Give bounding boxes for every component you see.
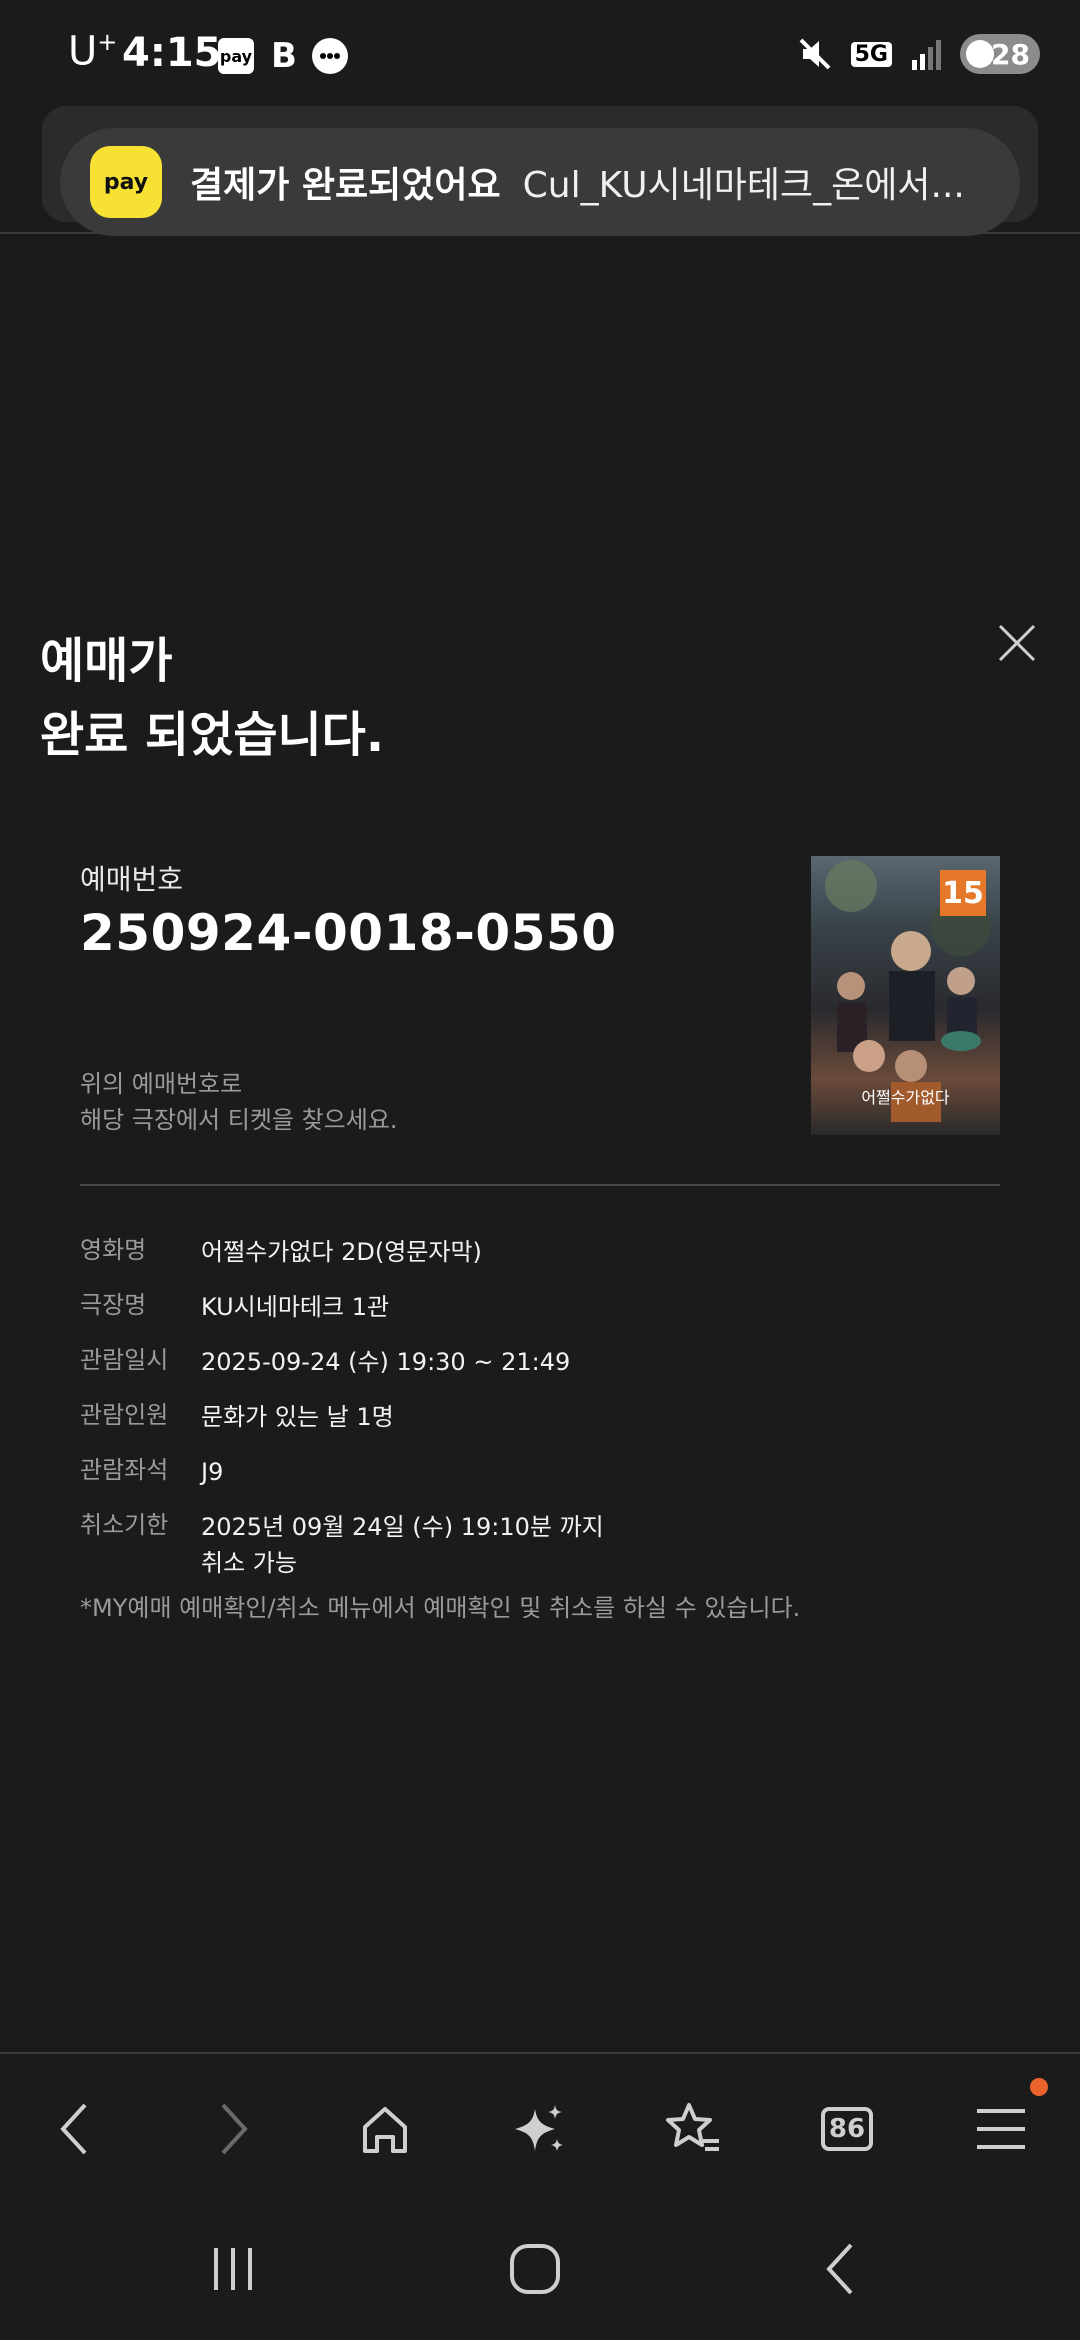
ticket-hint: 위의 예매번호로 해당 극장에서 티켓을 찾으세요. [80, 1070, 398, 1134]
detail-row-datetime: 관람일시 2025-09-24 (수) 19:30 ~ 21:49 [80, 1346, 571, 1376]
kakaopay-notification[interactable]: pay 결제가 완료되었어요 Cul_KU시네마테크_온에서... [60, 128, 1020, 236]
detail-row-seat: 관람좌석 J9 [80, 1456, 224, 1486]
signal-icon [912, 40, 941, 70]
cancel-footnote: *MY예매 예매확인/취소 메뉴에서 예매확인 및 취소를 하실 수 있습니다. [80, 1594, 801, 1622]
chevron-right-icon [221, 2103, 248, 2155]
tab-count: 86 [828, 2114, 866, 2144]
top-divider [0, 232, 1080, 234]
menu-button[interactable] [966, 2094, 1036, 2164]
chevron-left-icon [60, 2103, 87, 2155]
page-title: 예매가 완료 되었습니다. [40, 633, 385, 763]
network-5g-icon: 5G [850, 41, 892, 67]
detail-row-theater: 극장명 KU시네마테크 1관 [80, 1291, 390, 1321]
movie-poster: 15 어쩔수가없다 [811, 856, 1000, 1135]
notification-body: Cul_KU시네마테크_온에서... [522, 165, 965, 206]
back-chevron-icon [826, 2243, 853, 2295]
battery-indicator: 28 [960, 34, 1040, 74]
mute-icon [799, 38, 831, 70]
sparkle-icon [515, 2105, 563, 2151]
detail-row-movie: 영화명 어쩔수가없다 2D(영문자막) [80, 1236, 482, 1266]
star-list-icon [666, 2103, 719, 2151]
b-app-status-icon: B [266, 36, 302, 76]
tabs-icon: 86 [821, 2107, 873, 2151]
status-right-group: 5G 28 [795, 34, 1040, 74]
kakaopay-status-icon: pay [218, 38, 254, 74]
kakaopay-logo-icon: pay [90, 146, 162, 218]
home-icon [363, 2107, 407, 2153]
detail-row-cancel-deadline: 취소기한 2025년 09월 24일 (수) 19:10분 까지 취소 가능 [80, 1511, 604, 1577]
back-button[interactable] [40, 2094, 110, 2164]
status-clock: 4:15 [122, 30, 222, 76]
home-circle-icon [510, 2244, 560, 2294]
notification-title: 결제가 완료되었어요 [190, 165, 501, 206]
close-button[interactable] [994, 620, 1040, 666]
chat-bubble-icon [312, 38, 348, 74]
recent-apps-icon [214, 2248, 252, 2290]
bookmarks-button[interactable] [658, 2094, 728, 2164]
browser-toolbar: 86 [0, 2052, 1080, 2194]
home-button[interactable] [350, 2094, 420, 2164]
carrier-label: U+ [68, 28, 118, 75]
system-nav-bar [0, 2192, 1080, 2340]
poster-title: 어쩔수가없다 [861, 1088, 950, 1107]
ai-assistant-button[interactable] [504, 2094, 574, 2164]
back-nav-button[interactable] [806, 2234, 876, 2304]
home-nav-button[interactable] [500, 2234, 570, 2304]
status-bar: U+ 4:15 pay B 5G 28 [0, 0, 1080, 110]
ticket-number-label: 예매번호 [80, 863, 184, 896]
hamburger-menu-icon [977, 2109, 1025, 2149]
recent-apps-button[interactable] [198, 2234, 268, 2304]
ticket-number: 250924-0018-0550 [80, 904, 617, 962]
booking-details: 영화명 어쩔수가없다 2D(영문자막) 극장명 KU시네마테크 1관 관람일시 … [80, 1234, 604, 1600]
section-divider [80, 1184, 1000, 1186]
detail-row-audience: 관람인원 문화가 있는 날 1명 [80, 1401, 394, 1431]
forward-button[interactable] [198, 2094, 268, 2164]
age-rating-badge: 15 [940, 870, 986, 916]
tabs-button[interactable]: 86 [812, 2094, 882, 2164]
menu-notification-dot [1030, 2078, 1048, 2096]
close-icon [998, 624, 1036, 662]
